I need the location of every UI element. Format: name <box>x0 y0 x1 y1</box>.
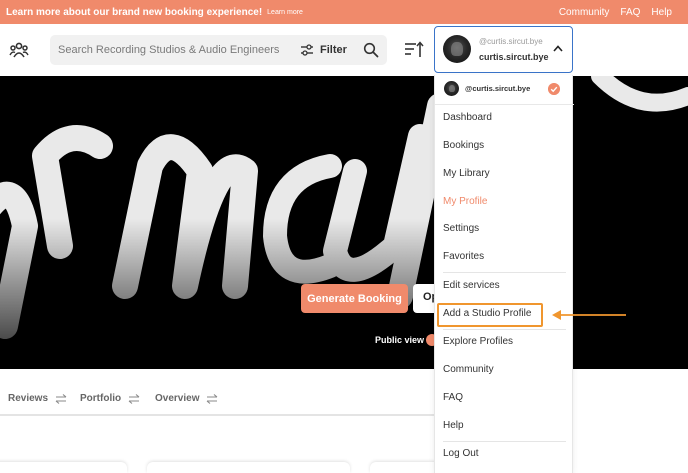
menu-divider <box>443 329 566 330</box>
profile-cover-image <box>0 76 688 369</box>
tab-portfolio-label: Portfolio <box>80 393 122 404</box>
header: Filter @curtis.sircut.bye curtis.sircut.… <box>0 24 688 76</box>
menu-item-community[interactable]: Community <box>443 364 494 375</box>
menu-item-bookings[interactable]: Bookings <box>443 140 484 151</box>
tab-overview-label: Overview <box>155 393 200 404</box>
content-card <box>147 462 350 473</box>
search-icon[interactable] <box>363 42 379 58</box>
tab-portfolio[interactable]: Portfolio <box>80 393 140 404</box>
chevron-up-icon <box>553 45 563 52</box>
tab-reviews[interactable]: Reviews <box>8 393 67 404</box>
generate-booking-button[interactable]: Generate Booking <box>301 284 408 313</box>
swap-icon <box>207 393 218 404</box>
user-menu-toggle[interactable]: @curtis.sircut.bye curtis.sircut.bye <box>434 26 573 73</box>
filter-button[interactable]: Filter <box>300 35 347 65</box>
swap-icon <box>55 393 67 404</box>
banner-learn-more-link[interactable]: Learn more <box>267 9 303 16</box>
dropdown-user-handle: @curtis.sircut.bye <box>465 84 531 93</box>
avatar <box>444 81 459 96</box>
menu-item-favorites[interactable]: Favorites <box>443 251 484 262</box>
user-handle: @curtis.sircut.bye <box>479 37 543 46</box>
people-icon[interactable] <box>9 40 29 60</box>
menu-item-settings[interactable]: Settings <box>443 223 479 234</box>
annotation-arrow-icon <box>552 310 626 320</box>
check-icon <box>548 83 560 95</box>
menu-item-my-profile[interactable]: My Profile <box>443 196 487 207</box>
filter-label: Filter <box>320 44 347 56</box>
annotation-highlight-box <box>437 303 543 327</box>
search-bar: Filter <box>50 35 387 65</box>
menu-item-faq[interactable]: FAQ <box>443 392 463 403</box>
user-name: curtis.sircut.bye <box>479 52 549 62</box>
menu-item-explore-profiles[interactable]: Explore Profiles <box>443 336 513 347</box>
avatar <box>443 35 471 63</box>
menu-item-dashboard[interactable]: Dashboard <box>443 112 492 123</box>
content-card <box>370 462 440 473</box>
swap-icon <box>128 393 140 404</box>
banner-text: Learn more about our brand new booking e… <box>6 6 263 18</box>
menu-divider <box>443 441 566 442</box>
search-input[interactable] <box>58 35 293 65</box>
menu-item-log-out[interactable]: Log Out <box>443 448 479 459</box>
sort-list-icon[interactable] <box>404 41 424 59</box>
dropdown-account-row[interactable]: @curtis.sircut.bye <box>435 75 574 105</box>
banner-nav-help[interactable]: Help <box>651 7 672 18</box>
user-dropdown-menu: @curtis.sircut.bye Dashboard Bookings My… <box>434 75 574 473</box>
sliders-icon <box>301 44 313 56</box>
banner-nav-faq[interactable]: FAQ <box>620 7 640 18</box>
tab-reviews-label: Reviews <box>8 393 49 404</box>
menu-item-my-library[interactable]: My Library <box>443 168 490 179</box>
profile-tabs: Reviews Portfolio Overview <box>0 386 440 416</box>
announcement-banner: Learn more about our brand new booking e… <box>0 0 688 24</box>
tab-overview[interactable]: Overview <box>155 393 218 404</box>
public-view-label: Public view <box>375 335 425 345</box>
content-card <box>0 462 127 473</box>
menu-divider <box>443 272 566 273</box>
menu-item-edit-services[interactable]: Edit services <box>443 280 500 291</box>
menu-item-help[interactable]: Help <box>443 420 464 431</box>
banner-nav: Community FAQ Help <box>559 0 672 24</box>
banner-nav-community[interactable]: Community <box>559 7 610 18</box>
